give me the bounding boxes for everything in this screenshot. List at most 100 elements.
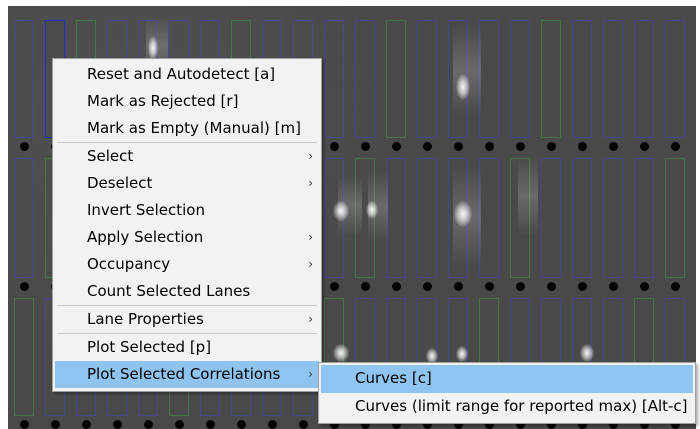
menu-item-label: Apply Selection (87, 228, 204, 246)
sample-lane (14, 158, 34, 278)
menu-item-label: Deselect (87, 174, 153, 192)
bright-band (580, 344, 594, 362)
submenu-arrow-icon: › (308, 312, 313, 326)
sample-lane (355, 20, 375, 138)
punch-hole-dot (330, 142, 339, 151)
punch-hole-dot (361, 142, 370, 151)
menu-item-occupancy[interactable]: Occupancy › (55, 251, 319, 278)
bright-band (333, 344, 349, 362)
menu-item-label: Lane Properties (87, 310, 204, 328)
sample-lane (479, 158, 499, 278)
sample-lane (417, 20, 437, 138)
punch-hole-dot (20, 420, 29, 429)
menu-item-label: Invert Selection (87, 201, 205, 219)
sample-lane (541, 20, 561, 138)
sample-lane (603, 20, 623, 138)
punch-hole-dot (516, 282, 525, 291)
punch-hole-dot (671, 142, 680, 151)
sample-lane (479, 20, 499, 138)
sample-lane (572, 158, 592, 278)
menu-item-label: Select (87, 147, 134, 165)
submenu-arrow-icon: › (308, 257, 313, 271)
punch-hole-dot (206, 420, 215, 429)
punch-hole-dot (578, 142, 587, 151)
menu-item-select[interactable]: Select › (55, 143, 319, 170)
submenu-item-curves-limit-range[interactable]: Curves (limit range for reported max) [A… (321, 393, 693, 421)
bright-band (333, 201, 349, 221)
menu-item-invert-selection[interactable]: Invert Selection (55, 197, 319, 224)
punch-hole-dot (20, 142, 29, 151)
sample-lane (572, 20, 592, 138)
sample-lane (603, 158, 623, 278)
menu-item-count-selected-lanes[interactable]: Count Selected Lanes (55, 278, 319, 305)
punch-hole-dot (392, 142, 401, 151)
punch-hole-dot (423, 282, 432, 291)
menu-item-deselect[interactable]: Deselect › (55, 170, 319, 197)
punch-hole-dot (578, 282, 587, 291)
sample-lane (14, 20, 34, 138)
punch-hole-dot (330, 282, 339, 291)
menu-item-label: Plot Selected [p] (87, 338, 212, 356)
bright-band (148, 36, 158, 60)
punch-hole-dot (640, 282, 649, 291)
signal-streak (453, 26, 481, 116)
punch-hole-dot (237, 420, 246, 429)
submenu-arrow-icon: › (308, 149, 313, 163)
sample-lane (417, 158, 437, 278)
punch-hole-dot (361, 282, 370, 291)
punch-hole-dot (671, 282, 680, 291)
bright-band (454, 201, 472, 227)
punch-hole-dot (175, 420, 184, 429)
menu-item-label: Count Selected Lanes (87, 282, 251, 300)
punch-hole-dot (268, 420, 277, 429)
punch-hole-dot (454, 282, 463, 291)
punch-hole-dot (516, 142, 525, 151)
sample-lane (634, 158, 654, 278)
punch-hole-dot (640, 142, 649, 151)
punch-hole-dot (299, 420, 308, 429)
menu-item-mark-empty[interactable]: Mark as Empty (Manual) [m] (55, 115, 319, 142)
bright-band (456, 346, 468, 362)
punch-hole-dot (485, 282, 494, 291)
punch-hole-dot (82, 420, 91, 429)
punch-hole-dot (51, 420, 60, 429)
sample-lane (541, 158, 561, 278)
menu-item-lane-properties[interactable]: Lane Properties › (55, 306, 319, 333)
submenu-arrow-icon: › (308, 176, 313, 190)
menu-item-plot-selected-correlations[interactable]: Plot Selected Correlations › (55, 361, 319, 388)
menu-item-label: Curves (limit range for reported max) [A… (355, 396, 688, 415)
punch-hole-dot (609, 282, 618, 291)
menu-item-reset-autodetect[interactable]: Reset and Autodetect [a] (55, 61, 319, 88)
punch-hole-dot (144, 420, 153, 429)
sample-lane (510, 20, 530, 138)
correlations-submenu: Curves [c] Curves (limit range for repor… (318, 362, 696, 424)
sample-lane (634, 20, 654, 138)
punch-hole-dot (20, 282, 29, 291)
punch-hole-dot (392, 282, 401, 291)
menu-item-label: Reset and Autodetect [a] (87, 65, 276, 83)
sample-lane (386, 20, 406, 138)
bright-band (456, 74, 470, 100)
submenu-item-curves[interactable]: Curves [c] (321, 365, 693, 393)
context-menu: Reset and Autodetect [a] Mark as Rejecte… (52, 58, 322, 392)
menu-item-mark-rejected[interactable]: Mark as Rejected [r] (55, 88, 319, 115)
sample-lane (14, 298, 34, 416)
submenu-arrow-icon: › (308, 230, 313, 244)
menu-item-label: Plot Selected Correlations (87, 365, 281, 383)
sample-lane (665, 158, 685, 278)
punch-hole-dot (113, 420, 122, 429)
menu-item-label: Mark as Empty (Manual) [m] (87, 119, 301, 137)
punch-hole-dot (485, 142, 494, 151)
menu-item-label: Mark as Rejected [r] (87, 92, 239, 110)
punch-hole-dot (454, 142, 463, 151)
menu-item-apply-selection[interactable]: Apply Selection › (55, 224, 319, 251)
sample-lane (324, 20, 344, 138)
sample-lane (665, 20, 685, 138)
sample-lane (386, 158, 406, 278)
submenu-arrow-icon: › (308, 367, 313, 381)
punch-hole-dot (547, 142, 556, 151)
menu-item-label: Occupancy (87, 255, 171, 273)
menu-item-label: Curves [c] (355, 369, 432, 387)
punch-hole-dot (547, 282, 556, 291)
menu-item-plot-selected[interactable]: Plot Selected [p] (55, 334, 319, 361)
